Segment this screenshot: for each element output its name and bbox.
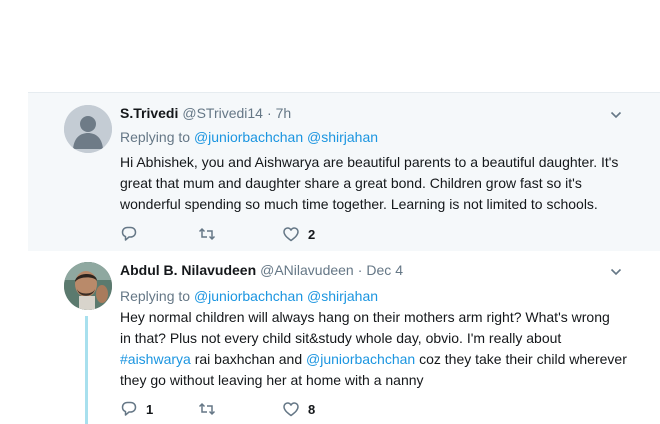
tweet-text-fragment: rai baxhchan and	[190, 351, 307, 367]
separator-dot: ·	[266, 105, 272, 121]
replying-prefix: Replying to	[120, 129, 191, 145]
heart-icon	[283, 402, 299, 417]
tweet-text-line: wonderful spending so much time together…	[120, 196, 598, 212]
mention-link[interactable]: @shirjahan	[307, 129, 378, 145]
mention-link[interactable]: @juniorbachchan	[306, 351, 415, 367]
tweet-timestamp[interactable]: Dec 4	[366, 262, 403, 278]
mention-link[interactable]: @shirjahan	[307, 288, 378, 304]
reply-button[interactable]: 1	[120, 399, 153, 419]
replying-to: Replying to @juniorbachchan @shirjahan	[120, 129, 378, 145]
retweet-button[interactable]	[198, 224, 224, 244]
thread-line	[85, 316, 88, 424]
tweet-text-line: Hi Abhishek, you and Aishwarya are beaut…	[120, 154, 619, 170]
hashtag-link[interactable]: #aishwarya	[120, 351, 191, 367]
tweet-text-line: #aishwarya rai baxhchan and @juniorbachc…	[120, 349, 640, 370]
separator-dot: ·	[357, 262, 363, 278]
user-photo-avatar[interactable]	[64, 262, 112, 310]
tweet-header: S.Trivedi @STrivedi14 · 7h	[120, 105, 291, 121]
reply-count: 1	[146, 401, 154, 417]
mention-link[interactable]: @juniorbachchan	[194, 129, 303, 145]
mention-link[interactable]: @juniorbachchan	[194, 288, 303, 304]
heart-icon	[283, 227, 299, 242]
tweet-card[interactable]: S.Trivedi @STrivedi14 · 7h Replying to @jun…	[28, 92, 660, 252]
tweet-text-line: great that mum and daughter share a grea…	[120, 175, 582, 191]
like-button[interactable]: 2	[282, 224, 315, 244]
tweet-text-line: in that? Plus not every child sit&study …	[120, 330, 562, 346]
replying-to: Replying to @juniorbachchan @shirjahan	[120, 288, 378, 304]
like-count: 2	[308, 226, 316, 242]
chevron-down-icon[interactable]	[610, 109, 622, 121]
reply-button[interactable]	[120, 224, 146, 244]
tweet-text: Hi Abhishek, you and Aishwarya are beaut…	[120, 152, 640, 215]
default-avatar-icon[interactable]	[64, 105, 112, 153]
tweet-text-fragment: coz they take their child wherever	[415, 351, 627, 367]
like-count: 8	[308, 401, 316, 417]
user-handle[interactable]: @STrivedi14	[182, 105, 263, 121]
user-handle[interactable]: @ANilavudeen	[260, 262, 354, 278]
user-name[interactable]: Abdul B. Nilavudeen	[120, 262, 256, 278]
tweet-timestamp[interactable]: 7h	[276, 105, 292, 121]
tweet-card[interactable]: Abdul B. Nilavudeen @ANilavudeen · Dec 4 Re…	[28, 251, 660, 424]
retweet-button[interactable]	[198, 399, 224, 419]
tweet-text: Hey normal children will always hang on …	[120, 307, 640, 391]
reply-icon	[121, 226, 137, 241]
chevron-down-icon[interactable]	[610, 266, 622, 278]
retweet-icon	[198, 402, 216, 416]
reply-icon	[121, 401, 137, 416]
retweet-icon	[198, 227, 216, 241]
tweet-text-line: Hey normal children will always hang on …	[120, 309, 610, 325]
tweet-text-line: they go without leaving her at home with…	[120, 372, 424, 388]
replying-prefix: Replying to	[120, 288, 191, 304]
user-name[interactable]: S.Trivedi	[120, 105, 178, 121]
tweet-header: Abdul B. Nilavudeen @ANilavudeen · Dec 4	[120, 262, 403, 278]
like-button[interactable]: 8	[282, 399, 315, 419]
